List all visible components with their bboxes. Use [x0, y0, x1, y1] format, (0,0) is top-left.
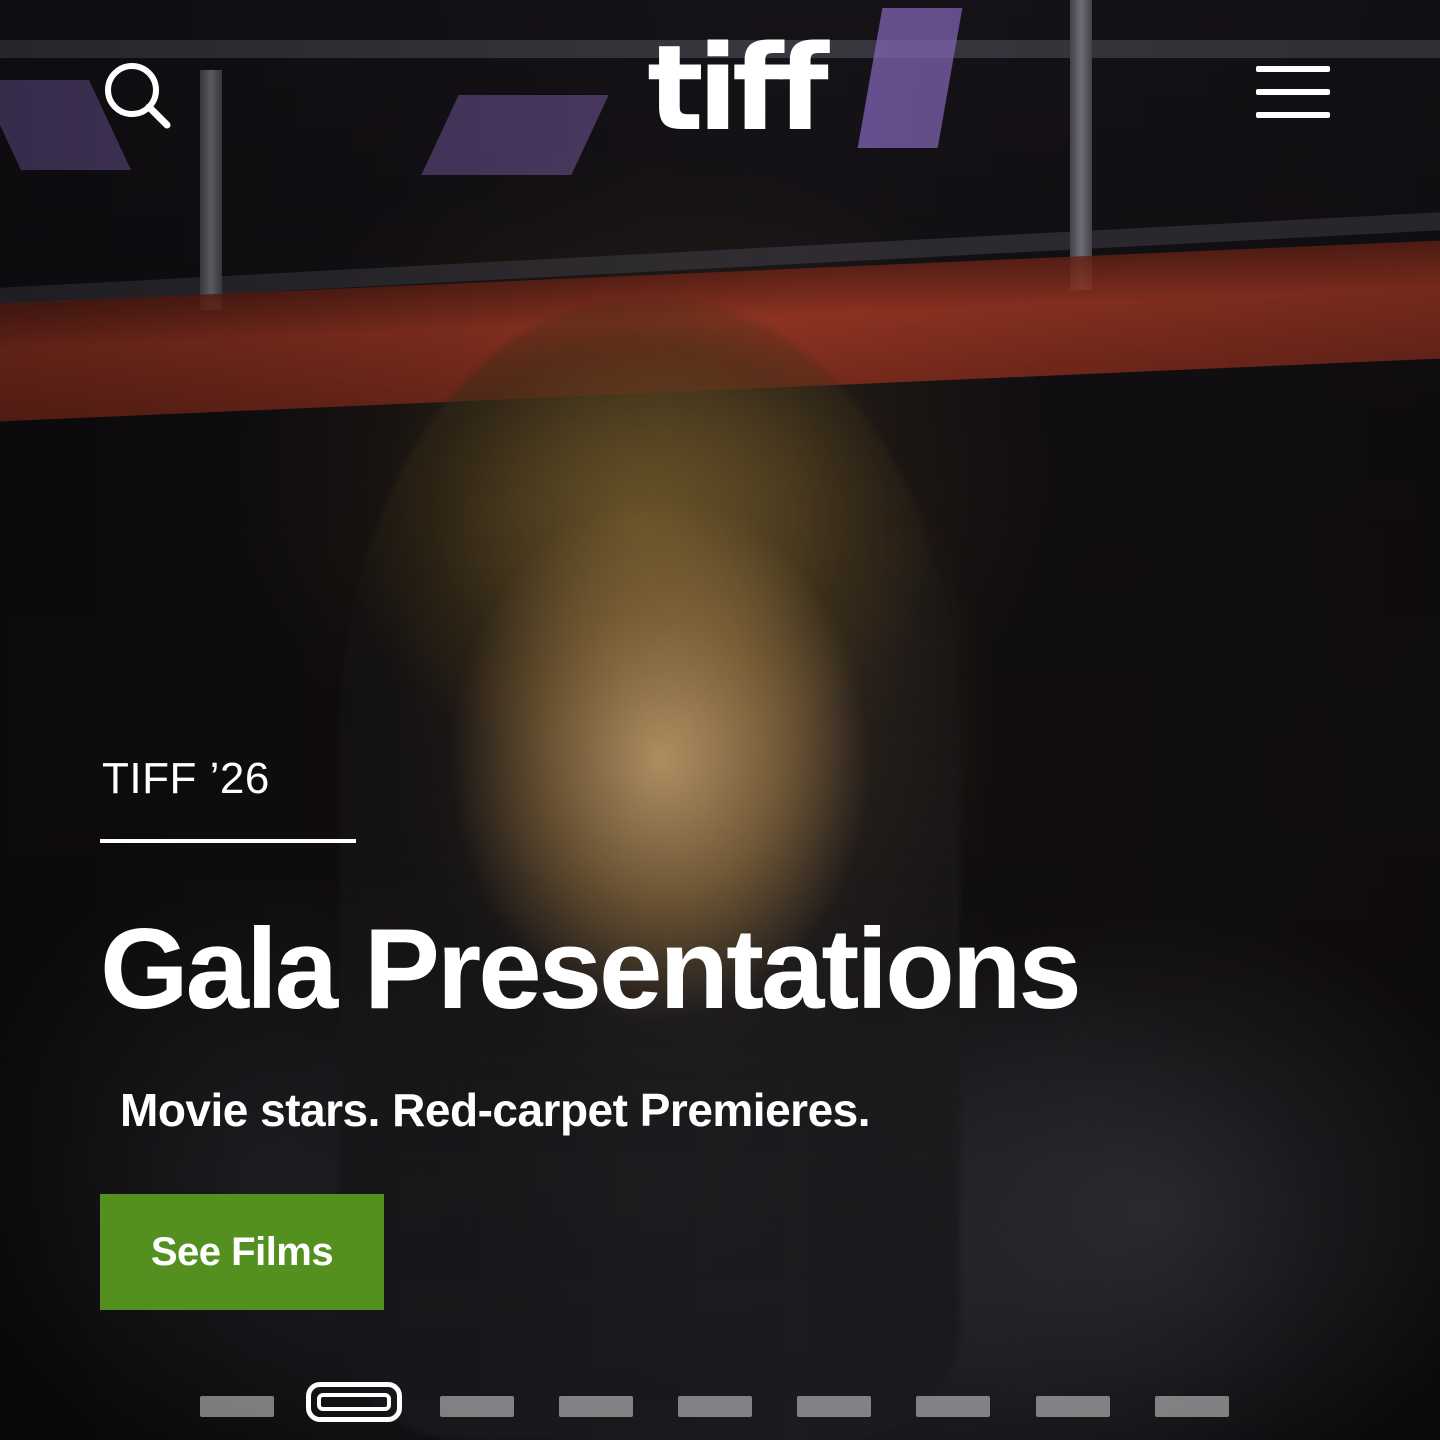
- carousel-pagination: [0, 1380, 1440, 1436]
- hero-subtitle: Movie stars. Red-carpet Premieres.: [120, 1084, 871, 1136]
- carousel-dot-6[interactable]: [797, 1396, 871, 1417]
- eyebrow-divider: [100, 839, 356, 843]
- carousel-dot-3[interactable]: [440, 1396, 514, 1417]
- menu-button[interactable]: [1250, 60, 1334, 124]
- carousel-dot-5[interactable]: [678, 1396, 752, 1417]
- menu-bar: [1256, 66, 1330, 72]
- see-films-button[interactable]: See Films: [100, 1194, 384, 1310]
- hero-title: Gala Presentations: [100, 906, 1082, 1033]
- tiff-logo[interactable]: tiff: [620, 18, 850, 158]
- menu-bar: [1256, 112, 1330, 118]
- search-icon: [105, 63, 171, 129]
- hero-eyebrow: TIFF ’26: [102, 754, 270, 803]
- menu-bar: [1256, 89, 1330, 95]
- search-button[interactable]: [100, 58, 176, 134]
- carousel-dot-2-active[interactable]: [306, 1382, 402, 1422]
- carousel-dot-8[interactable]: [1036, 1396, 1110, 1417]
- carousel-dot-7[interactable]: [916, 1396, 990, 1417]
- carousel-dot-1[interactable]: [200, 1396, 274, 1417]
- hero-carousel: tiff TIFF ’26 Gala Presentations Movie s…: [0, 0, 1440, 1440]
- carousel-dot-4[interactable]: [559, 1396, 633, 1417]
- carousel-dot-9[interactable]: [1155, 1396, 1229, 1417]
